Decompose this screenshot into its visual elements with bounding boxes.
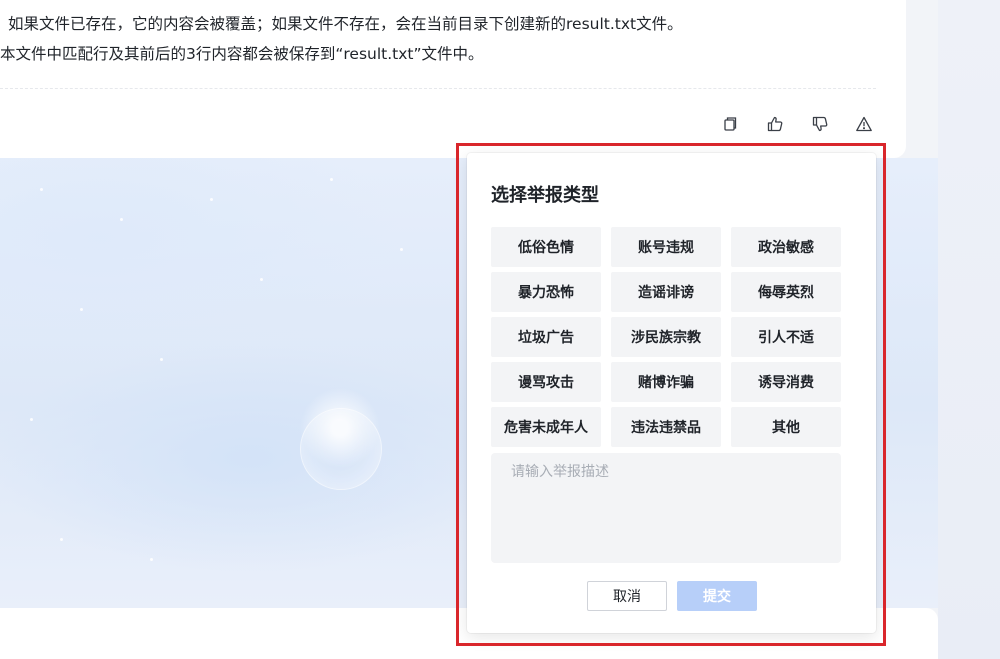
report-type-grid: 低俗色情 账号违规 政治敏感 暴力恐怖 造谣诽谤 侮辱英烈 垃圾广告 涉民族宗教… [491,227,841,447]
report-type-option[interactable]: 违法违禁品 [611,407,721,447]
report-type-option[interactable]: 引人不适 [731,317,841,357]
report-type-option[interactable]: 造谣诽谤 [611,272,721,312]
report-type-option[interactable]: 账号违规 [611,227,721,267]
answer-card: 如果文件已存在，它的内容会被覆盖；如果文件不存在，会在当前目录下创建新的resu… [0,0,906,158]
page-background-strip [938,0,1000,659]
like-button[interactable] [765,116,785,136]
submit-button[interactable]: 提交 [677,581,757,611]
decorative-dot [60,538,63,541]
dislike-button[interactable] [810,116,830,136]
report-type-option[interactable]: 危害未成年人 [491,407,601,447]
report-description-input[interactable] [491,453,841,563]
report-type-option[interactable]: 赌博诈骗 [611,362,721,402]
report-type-option[interactable]: 暴力恐怖 [491,272,601,312]
report-dialog: 选择举报类型 低俗色情 账号违规 政治敏感 暴力恐怖 造谣诽谤 侮辱英烈 垃圾广… [467,153,876,633]
copy-icon [721,115,739,137]
decorative-dot [150,558,153,561]
cancel-button[interactable]: 取消 [587,581,667,611]
report-type-option[interactable]: 其他 [731,407,841,447]
report-type-option[interactable]: 政治敏感 [731,227,841,267]
decorative-dot [400,248,403,251]
warning-icon [855,115,873,137]
decorative-dot [330,178,333,181]
decorative-dot [160,358,163,361]
decorative-ring [300,408,382,490]
report-type-option[interactable]: 垃圾广告 [491,317,601,357]
answer-divider [0,88,876,89]
thumbs-down-icon [811,115,829,137]
report-type-option[interactable]: 侮辱英烈 [731,272,841,312]
report-dialog-title: 选择举报类型 [491,185,599,206]
copy-button[interactable] [720,116,740,136]
decorative-dot [120,218,123,221]
decorative-dot [30,418,33,421]
decorative-dot [210,198,213,201]
answer-text-line: 本文件中匹配行及其前后的3行内容都会被保存到“result.txt”文件中。 [0,45,484,63]
thumbs-up-icon [766,115,784,137]
decorative-dot [260,278,263,281]
answer-text-line: 如果文件已存在，它的内容会被覆盖；如果文件不存在，会在当前目录下创建新的resu… [8,15,683,33]
report-type-option[interactable]: 诱导消费 [731,362,841,402]
report-type-option[interactable]: 涉民族宗教 [611,317,721,357]
decorative-dot [40,188,43,191]
report-type-option[interactable]: 谩骂攻击 [491,362,601,402]
report-type-option[interactable]: 低俗色情 [491,227,601,267]
report-button[interactable] [854,116,874,136]
decorative-dot [80,308,83,311]
